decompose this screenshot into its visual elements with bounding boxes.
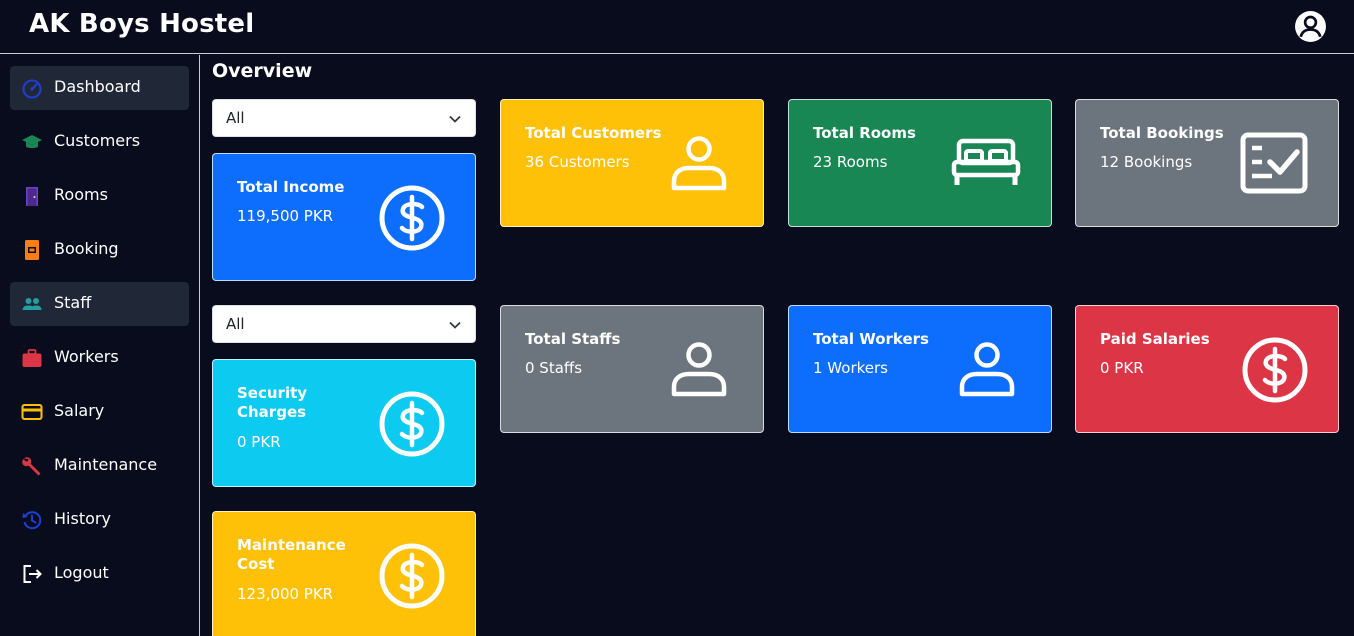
sidebar-item-label: Workers [54,347,119,366]
card-value: 12 Bookings [1100,153,1193,171]
sidebar-item-booking[interactable]: Booking [10,228,189,272]
sidebar-item-salary[interactable]: Salary [10,390,189,434]
dollar-circle-icon [379,185,445,251]
card-value: 0 PKR [237,433,281,451]
sidebar-item-label: Booking [54,239,119,258]
credit-card-icon [21,404,43,420]
card-value: 0 Staffs [525,359,583,377]
sidebar-item-label: Dashboard [54,77,141,96]
card-value: 36 Customers [525,153,630,171]
card-total-income[interactable]: Total Income 119,500 PKR [212,153,476,281]
card-title: Total Workers [813,330,929,348]
page-title: Overview [212,60,313,82]
card-value: 123,000 PKR [237,585,334,603]
bed-icon [951,138,1021,185]
card-total-customers[interactable]: Total Customers 36 Customers [500,99,764,227]
card-total-bookings[interactable]: Total Bookings 12 Bookings [1075,99,1339,227]
sidebar-item-label: Staff [54,293,92,312]
select-value: All [226,315,245,333]
card-security-charges[interactable]: Security Charges 0 PKR [212,359,476,487]
graduation-cap-icon [22,135,42,148]
card-value: 23 Rooms [813,153,888,171]
card-title: Total Income [237,178,345,196]
sidebar: Dashboard Customers Rooms Booking Staff … [0,55,200,636]
history-icon [22,511,42,530]
card-total-rooms[interactable]: Total Rooms 23 Rooms [788,99,1052,227]
card-title: Security Charges [237,384,308,421]
sidebar-item-customers[interactable]: Customers [10,120,189,164]
sidebar-item-label: Customers [54,131,141,150]
person-icon [959,342,1015,397]
select-value: All [226,109,245,127]
sidebar-item-label: Salary [54,401,105,420]
card-title: Total Rooms [813,124,916,142]
sidebar-item-label: History [54,509,111,528]
sidebar-item-maintenance[interactable]: Maintenance [10,444,189,488]
logout-icon [23,565,42,583]
top-header: AK Boys Hostel [0,0,1354,54]
door-icon [26,187,38,206]
sidebar-item-history[interactable]: History [10,498,189,542]
briefcase-icon [22,349,42,367]
sidebar-item-rooms[interactable]: Rooms [10,174,189,218]
card-title: Total Staffs [525,330,621,348]
card-total-workers[interactable]: Total Workers 1 Workers [788,305,1052,433]
sidebar-item-logout[interactable]: Logout [10,552,189,596]
charges-filter-select[interactable]: All [212,305,476,343]
person-icon [671,342,727,397]
card-value: 1 Workers [813,359,888,377]
checklist-icon [1240,132,1308,194]
dollar-circle-icon [1242,337,1308,403]
card-paid-salaries[interactable]: Paid Salaries 0 PKR [1075,305,1339,433]
user-circle-icon[interactable] [1294,10,1327,43]
sidebar-item-label: Rooms [54,185,108,204]
card-title: Paid Salaries [1100,330,1210,348]
card-value: 0 PKR [1100,359,1144,377]
wrench-icon [22,457,41,476]
income-filter-select[interactable]: All [212,99,476,137]
people-icon [22,298,42,310]
sidebar-item-label: Maintenance [54,455,158,474]
sidebar-item-workers[interactable]: Workers [10,336,189,380]
booking-icon [25,240,39,260]
sidebar-item-staff[interactable]: Staff [10,282,189,326]
sidebar-item-label: Logout [54,563,109,582]
chevron-down-icon [449,321,461,329]
card-title: Total Customers [525,124,662,142]
brand-title[interactable]: AK Boys Hostel [29,9,254,39]
card-title: Maintenance Cost [237,536,346,573]
card-maintenance-cost[interactable]: Maintenance Cost 123,000 PKR [212,511,476,636]
card-value: 119,500 PKR [237,207,334,225]
sidebar-item-dashboard[interactable]: Dashboard [10,66,189,110]
card-total-staffs[interactable]: Total Staffs 0 Staffs [500,305,764,433]
speedometer-icon [22,79,42,99]
person-icon [671,136,727,191]
card-title: Total Bookings [1100,124,1224,142]
dollar-circle-icon [379,543,445,609]
dollar-circle-icon [379,391,445,457]
chevron-down-icon [449,115,461,123]
